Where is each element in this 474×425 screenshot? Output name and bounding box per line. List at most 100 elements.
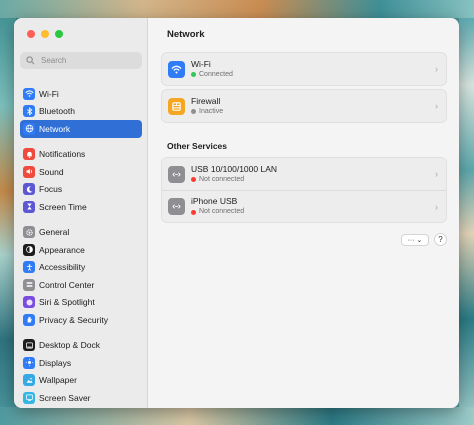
status-dot [191,109,196,114]
status-dot [191,209,196,215]
service-title: USB 10/100/1000 LAN [191,163,278,174]
sidebar-item-label: Wi-Fi [39,88,59,99]
sidebar-item-displays[interactable]: Displays [20,354,142,372]
sidebar-group: Wi-Fi Bluetooth Network [20,85,142,138]
chevron-right-icon: › [435,64,438,74]
moon-icon [23,183,35,196]
services-card: USB 10/100/1000 LAN Not connected › iPho… [161,157,447,223]
sidebar-item-accessibility[interactable]: Accessibility [20,259,142,277]
control-center-icon [23,278,35,291]
sidebar-item-control-center[interactable]: Control Center [20,276,142,294]
sidebar-item-siri-spotlight[interactable]: Siri & Spotlight [20,294,142,312]
status-dot [191,72,196,77]
bell-icon [23,148,35,161]
sidebar-item-label: Accessibility [39,262,86,273]
service-status: Not connected [191,175,277,185]
firewall-card[interactable]: Firewall Inactive › [161,89,447,123]
sidebar-item-focus[interactable]: Focus [20,181,142,199]
sidebar-item-general[interactable]: General [20,224,142,242]
appearance-icon [23,243,35,256]
speaker-icon [23,165,35,178]
sidebar-item-screen-time[interactable]: Screen Time [20,198,142,216]
wallpaper-top [0,0,474,18]
sidebar-item-label: Screen Saver [39,392,91,403]
wallpaper-bottom [0,407,474,425]
service-row-usb-lan[interactable]: USB 10/100/1000 LAN Not connected › [162,158,446,190]
chevron-right-icon: › [435,101,438,111]
sidebar-item-notifications[interactable]: Notifications [20,146,142,164]
sidebar-group: General Appearance Accessibility Control Ce… [20,224,142,329]
other-services-heading: Other Services [167,141,228,151]
sidebar-item-screen-saver[interactable]: Screen Saver [20,389,142,407]
wifi-row[interactable]: Wi-Fi Connected › [162,53,446,85]
sidebar-item-label: Network [39,123,71,134]
sidebar-item-label: Sound [39,166,64,177]
sidebar-item-label: Wallpaper [39,375,77,386]
chevron-right-icon: › [435,202,438,212]
sidebar: Search Wi-Fi Bluetooth Network Notification… [14,18,148,408]
sidebar-item-bluetooth[interactable]: Bluetooth [20,103,142,121]
hourglass-icon [23,200,35,213]
service-row-iphone-usb[interactable]: iPhone USB Not connected › [162,190,446,222]
chevron-right-icon: › [435,169,438,179]
firewall-status: Inactive [191,107,223,117]
hand-icon [23,313,35,326]
window-controls [27,30,63,38]
sidebar-item-sound[interactable]: Sound [20,163,142,181]
main-pane: Network Wi-Fi Connected › Firewall Inact… [148,18,459,408]
search-icon [26,56,35,65]
service-title: iPhone USB [191,196,238,206]
service-status-text: Not connected [199,208,245,215]
gear-icon [23,226,35,239]
sidebar-item-wi-fi[interactable]: Wi-Fi [20,85,142,103]
sidebar-item-label: Displays [39,357,72,368]
service-status: Not connected [191,207,244,217]
globe-icon [23,122,35,135]
screensaver-icon [23,391,35,404]
wifi-status-text: Connected [199,70,233,78]
wifi-card[interactable]: Wi-Fi Connected › [161,52,447,86]
accessibility-icon [23,261,35,274]
page-title: Network [167,29,205,40]
sidebar-item-wallpaper[interactable]: Wallpaper [20,372,142,390]
system-settings-window: Search Wi-Fi Bluetooth Network Notification… [14,18,459,408]
sidebar-item-label: Privacy & Security [39,314,108,325]
sidebar-item-label: Focus [39,184,63,195]
sidebar-item-appearance[interactable]: Appearance [20,241,142,259]
help-button[interactable]: ? [434,233,447,246]
sidebar-item-label: General [39,227,70,238]
ethernet-icon [168,198,185,215]
sidebar-item-label: Notifications [39,149,86,160]
more-actions-button[interactable]: ··· ⌄ [401,234,429,246]
service-status-text: Not connected [199,175,245,183]
close-button[interactable] [27,30,35,38]
wifi-status: Connected [191,70,233,80]
wallpaper-icon [23,374,35,387]
dock-icon [23,339,35,352]
sidebar-group: Desktop & Dock Displays Wallpaper Screen Sa… [20,337,142,407]
firewall-row[interactable]: Firewall Inactive › [162,90,446,122]
sidebar-item-label: Screen Time [39,201,87,212]
status-dot [191,177,196,182]
sidebar-item-desktop-dock[interactable]: Desktop & Dock [20,337,142,355]
firewall-title: Firewall [191,95,221,106]
sidebar-item-label: Desktop & Dock [39,340,100,351]
search-input[interactable]: Search [20,52,142,69]
sidebar-item-label: Bluetooth [39,106,75,117]
sidebar-item-label: Appearance [39,244,85,255]
sidebar-nav: Wi-Fi Bluetooth Network Notifications Sound F… [20,85,142,408]
search-placeholder: Search [41,56,67,65]
zoom-button[interactable] [55,30,63,38]
ethernet-icon [168,165,185,183]
sidebar-item-network[interactable]: Network [20,120,142,138]
minimize-button[interactable] [41,30,49,38]
wifi-icon [168,60,185,78]
sidebar-item-label: Control Center [39,279,95,290]
bluetooth-icon [23,105,35,118]
firewall-status-text: Inactive [199,107,224,115]
sidebar-item-privacy-security[interactable]: Privacy & Security [20,311,142,329]
sidebar-item-label: Siri & Spotlight [39,297,95,308]
wifi-icon [23,87,35,100]
wallpaper-right [459,0,474,425]
sidebar-group: Notifications Sound Focus Screen Time [20,146,142,216]
